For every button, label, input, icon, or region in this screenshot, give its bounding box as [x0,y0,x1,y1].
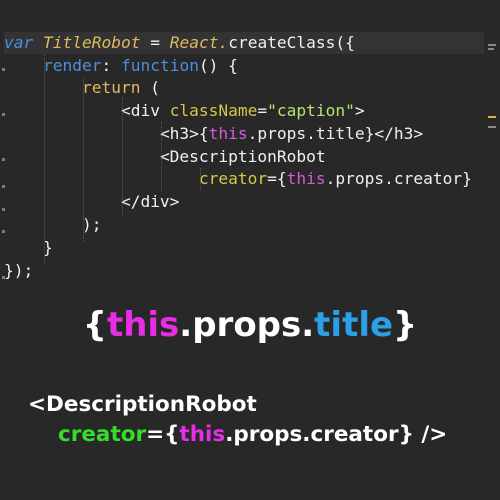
code-line-8: </div> [120,192,180,211]
code-line-5: <h3>{this.props.title}</h3> [159,124,424,143]
code-line-11: }); [4,261,34,280]
code-line-10: } [42,238,53,257]
this-keyword-highlight: this [179,422,226,447]
identifier-react: React. [169,33,229,52]
fold-marker-icon[interactable] [2,185,5,188]
fold-marker-icon[interactable] [2,68,5,71]
fold-marker-icon[interactable] [2,208,5,211]
minimap-line [488,116,496,118]
code-editor[interactable]: var TitleRobot = React.createClass({ ren… [0,30,500,290]
indent-guide [44,54,45,264]
code-line-2: render: function() { [42,56,238,75]
code-line-1: var TitleRobot = React.createClass({ [4,32,484,54]
title-expression: {this.props.title} [82,305,418,345]
minimap-line [488,48,494,50]
minimap-line [488,126,496,128]
indent-guide [122,98,123,218]
fold-marker-icon[interactable] [2,158,5,161]
indent-guide [161,122,162,192]
this-keyword-highlight: this [106,305,180,345]
creator-expression: creator={this.props.creator} /> [58,422,448,447]
code-line-9: ); [81,215,102,234]
creator-attr-highlight: creator [58,422,147,447]
code-line-4: <div className="caption"> [120,101,365,120]
fold-marker-icon[interactable] [2,113,5,116]
title-word-highlight: title [314,305,394,345]
code-line-6: <DescriptionRobot [159,147,326,166]
identifier-titlerobot: TitleRobot [43,33,141,52]
code-line-3: return ( [81,78,160,97]
indent-guide [83,76,84,241]
fold-marker-icon[interactable] [2,230,5,233]
code-line-7: creator={this.props.creator} [198,169,472,188]
keyword-var: var [4,33,34,52]
minimap-line [488,44,496,46]
description-robot-tag: <DescriptionRobot [28,392,257,417]
fold-marker-icon[interactable] [2,276,5,279]
indent-guide [200,168,201,190]
